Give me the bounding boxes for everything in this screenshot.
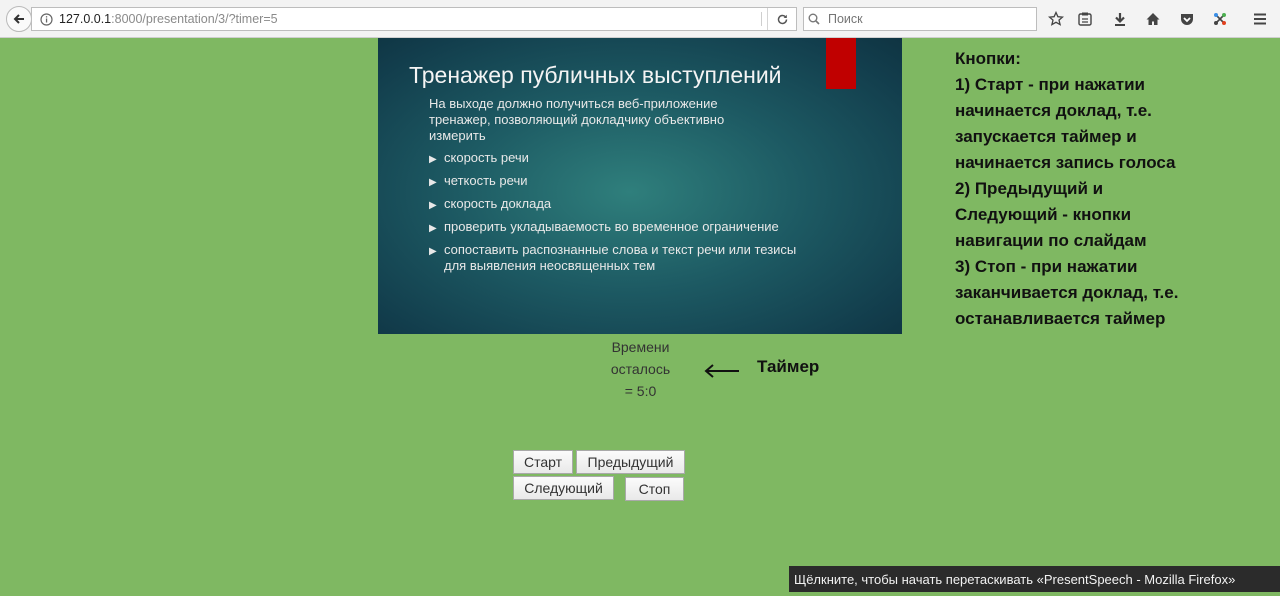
previous-button[interactable]: Предыдущий [576,450,685,474]
timer-annotation: Таймер [757,357,820,376]
slide-bullet-text: проверить укладываемость во временное ог… [444,219,779,234]
slide-bullet-text: четкость речи [444,173,528,188]
presentation-slide: Тренажер публичных выступлений На выходе… [378,38,902,334]
bookmark-star-icon[interactable] [1046,9,1066,29]
note-line: начинается запись голоса [955,153,1176,172]
url-path: :8000/presentation/3/?timer=5 [111,12,278,26]
info-icon[interactable] [37,12,55,26]
note-line: запускается таймер и [955,127,1137,146]
extension-icon[interactable] [1210,9,1230,29]
url-host: 127.0.0.1 [59,12,112,26]
slide-bullet: ▶ четкость речи [429,173,809,191]
note-line: заканчивается доклад, т.е. [955,283,1179,302]
reload-icon[interactable] [767,8,796,30]
timer-value: = 5:0 [624,383,657,399]
stop-button[interactable]: Стоп [625,477,684,501]
next-button[interactable]: Следующий [513,476,614,500]
bullet-triangle-icon: ▶ [429,154,437,165]
note-line: начинается доклад, т.е. [955,101,1152,120]
bullet-triangle-icon: ▶ [429,200,437,211]
drag-tooltip: Щёлкните, чтобы начать перетаскивать «Pr… [789,566,1280,592]
slide-intro-text: На выходе должно получиться веб-приложен… [429,96,725,143]
start-button[interactable]: Старт [513,450,573,474]
slide-bullet: ▶ проверить укладываемость во временное о… [429,219,809,237]
slide-bullet-text: скорость доклада [444,196,552,211]
bullet-triangle-icon: ▶ [429,223,437,234]
back-arrow-icon [13,14,24,24]
slide-title: Тренажер публичных выступлений [409,62,782,88]
slide-bullet-text: скорость речи [444,150,529,165]
download-icon[interactable] [1110,9,1130,29]
url-separator [761,12,762,26]
search-bar[interactable] [803,7,1037,31]
back-button[interactable] [6,6,32,32]
slide-bullet-list: ▶ скорость речи ▶ четкость речи ▶ скорость … [429,150,809,279]
note-line: 1) Старт - при нажатии [955,75,1145,94]
search-icon [808,13,826,25]
url-bar[interactable]: 127.0.0.1:8000/presentation/3/?timer=5 [31,7,797,31]
slide-accent-bar [826,38,856,89]
browser-toolbar: 127.0.0.1:8000/presentation/3/?timer=5 [0,0,1280,38]
arrow-left-icon [704,364,739,378]
search-input[interactable] [826,12,1030,26]
slide-bullet: ▶ скорость доклада [429,196,809,214]
pocket-icon[interactable] [1177,9,1197,29]
home-icon[interactable] [1143,9,1163,29]
note-line: Кнопки: [955,49,1021,68]
timer-line-1: Времени [611,339,670,355]
slide-bullet: ▶ скорость речи [429,150,809,168]
note-line: 3) Стоп - при нажатии [955,257,1138,276]
note-line: 2) Предыдущий и [955,179,1104,198]
menu-icon[interactable] [1250,9,1270,29]
note-line: останавливается таймер [955,309,1166,328]
note-line: Следующий - кнопки [955,205,1132,224]
bullet-triangle-icon: ▶ [429,246,437,257]
slide-bullet: ▶ сопоставить распознанные слова и текст … [429,242,809,274]
slide-bullet-text: сопоставить распознанные слова и текст р… [444,242,797,273]
timer-line-2: осталось [610,361,671,377]
timer-display: Времени осталось = 5:0 [598,336,683,402]
bullet-triangle-icon: ▶ [429,177,437,188]
reading-list-icon[interactable] [1075,9,1095,29]
note-line: навигации по слайдам [955,231,1147,250]
buttons-description: Кнопки: 1) Старт - при нажатии начинаетс… [955,46,1255,332]
